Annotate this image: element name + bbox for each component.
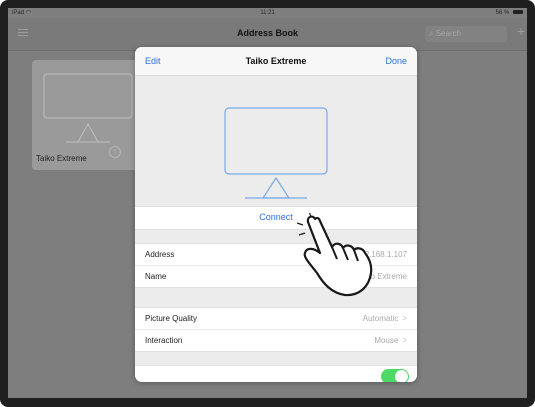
name-row[interactable]: Name Taiko Extreme bbox=[135, 266, 417, 287]
hand-pointer-icon bbox=[296, 213, 373, 297]
address-label: Address bbox=[145, 250, 175, 259]
modal-header: Edit Taiko Extreme Done bbox=[135, 47, 417, 76]
search-placeholder: Search bbox=[435, 29, 462, 38]
modal-title: Taiko Extreme bbox=[245, 56, 307, 66]
computer-card[interactable]: Taiko Extreme bbox=[32, 60, 144, 170]
connect-label: Connect bbox=[259, 212, 293, 222]
fields-group: Address 192.168.1.107 Name Taiko Extreme bbox=[135, 243, 417, 288]
monitor-icon bbox=[43, 73, 133, 143]
search-input[interactable]: ⌕ Search bbox=[425, 26, 507, 42]
name-label: Name bbox=[145, 272, 167, 281]
status-time: 11:21 bbox=[260, 10, 275, 16]
card-name: Taiko Extreme bbox=[36, 154, 87, 163]
done-button[interactable]: Done bbox=[385, 56, 407, 66]
interaction-label: Interaction bbox=[145, 336, 183, 345]
interaction-row[interactable]: Interaction Mouse > bbox=[135, 330, 417, 351]
status-battery: 56 % bbox=[496, 8, 523, 18]
connect-button[interactable]: Connect bbox=[135, 206, 417, 230]
chevron-right-icon: > bbox=[402, 314, 407, 323]
settings-group: Picture Quality Automatic > Interaction M… bbox=[135, 307, 417, 352]
plus-icon[interactable]: + bbox=[517, 24, 527, 38]
computer-preview bbox=[135, 76, 417, 206]
toggle-row[interactable] bbox=[135, 366, 417, 382]
status-bar: iPad ◠ 11:21 56 % bbox=[8, 8, 527, 18]
ipad-frame: iPad ◠ 11:21 56 % Address Book ⌕ Search … bbox=[0, 0, 535, 407]
info-icon[interactable]: i bbox=[109, 146, 121, 158]
screen: iPad ◠ 11:21 56 % Address Book ⌕ Search … bbox=[8, 8, 527, 398]
picture-quality-value: Automatic > bbox=[362, 314, 407, 323]
picture-quality-label: Picture Quality bbox=[145, 314, 198, 323]
address-row[interactable]: Address 192.168.1.107 bbox=[135, 244, 417, 266]
computer-details-modal: Edit Taiko Extreme Done Connect Address … bbox=[135, 47, 417, 382]
battery-icon bbox=[513, 10, 523, 15]
monitor-icon bbox=[224, 107, 328, 199]
picture-quality-row[interactable]: Picture Quality Automatic > bbox=[135, 308, 417, 330]
options-group bbox=[135, 365, 417, 382]
interaction-value: Mouse > bbox=[374, 336, 407, 345]
toggle-switch[interactable] bbox=[381, 369, 409, 382]
chevron-right-icon: > bbox=[402, 336, 407, 345]
search-icon: ⌕ bbox=[429, 29, 434, 38]
